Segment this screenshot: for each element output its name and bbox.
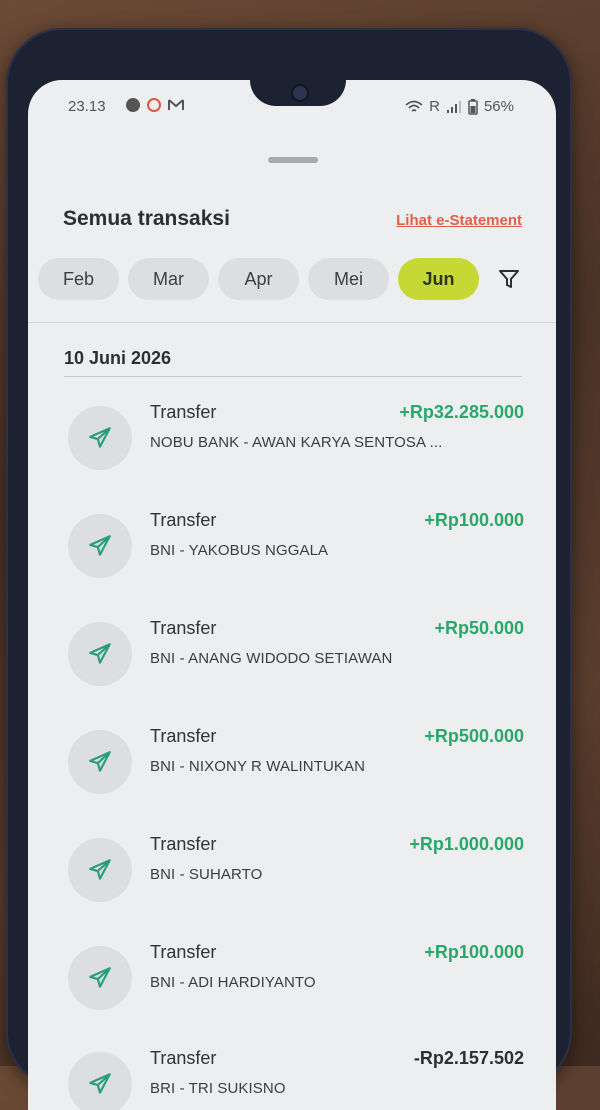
send-icon bbox=[89, 967, 111, 988]
filter-icon bbox=[499, 270, 519, 288]
send-icon bbox=[89, 427, 111, 448]
transaction-counterparty: BRI - TRI SUKISNO bbox=[150, 1080, 286, 1097]
transaction-row[interactable]: Transfer NOBU BANK - AWAN KARYA SENTOSA … bbox=[64, 392, 524, 492]
status-time: 23.13 bbox=[68, 98, 106, 115]
header-divider bbox=[28, 322, 556, 323]
transfer-icon-badge bbox=[68, 946, 132, 1010]
sheet-drag-handle[interactable] bbox=[268, 157, 318, 163]
month-chip-apr[interactable]: Apr bbox=[218, 258, 299, 300]
battery-level: 56% bbox=[483, 98, 514, 115]
month-filter-bar: Feb Mar Apr Mei Jun bbox=[38, 258, 524, 300]
wifi-icon bbox=[405, 100, 423, 112]
filter-button[interactable] bbox=[494, 264, 524, 294]
transfer-icon-badge bbox=[68, 406, 132, 470]
status-right: R 56% bbox=[405, 98, 514, 115]
transaction-row[interactable]: Transfer BNI - ANANG WIDODO SETIAWAN +Rp… bbox=[64, 608, 524, 708]
transaction-amount: +Rp32.285.000 bbox=[399, 402, 524, 422]
transfer-icon-badge bbox=[68, 622, 132, 686]
date-group-header: 10 Juni 2026 bbox=[64, 348, 172, 368]
transaction-amount: +Rp50.000 bbox=[434, 618, 524, 638]
gmail-icon bbox=[168, 99, 184, 110]
transaction-type: Transfer bbox=[150, 834, 217, 854]
notification-icons bbox=[126, 98, 184, 112]
app-screen: 23.13 R 56% Semua transaksi Lihat e-Stat… bbox=[28, 80, 556, 1110]
transaction-row[interactable]: Transfer BNI - SUHARTO +Rp1.000.000 bbox=[64, 824, 524, 924]
transaction-amount: +Rp100.000 bbox=[424, 942, 524, 962]
transaction-amount: +Rp500.000 bbox=[424, 726, 524, 746]
transaction-counterparty: BNI - SUHARTO bbox=[150, 866, 263, 883]
signal-icon bbox=[446, 100, 461, 113]
transaction-counterparty: BNI - YAKOBUS NGGALA bbox=[150, 542, 329, 559]
send-icon bbox=[89, 751, 111, 772]
month-chip-feb[interactable]: Feb bbox=[38, 258, 119, 300]
transaction-amount: +Rp100.000 bbox=[424, 510, 524, 530]
transaction-row[interactable]: Transfer BRI - TRI SUKISNO -Rp2.157.502 bbox=[64, 1038, 524, 1110]
date-divider bbox=[64, 376, 522, 377]
transaction-type: Transfer bbox=[150, 402, 217, 422]
transaction-row[interactable]: Transfer BNI - YAKOBUS NGGALA +Rp100.000 bbox=[64, 500, 524, 600]
send-icon bbox=[89, 1073, 111, 1094]
transaction-type: Transfer bbox=[150, 618, 217, 638]
transaction-type: Transfer bbox=[150, 510, 217, 530]
month-chip-mar[interactable]: Mar bbox=[128, 258, 209, 300]
month-chip-jun[interactable]: Jun bbox=[398, 258, 479, 300]
send-icon bbox=[89, 643, 111, 664]
network-type: R bbox=[429, 98, 440, 115]
transfer-icon-badge bbox=[68, 514, 132, 578]
transaction-counterparty: BNI - ADI HARDIYANTO bbox=[150, 974, 316, 991]
send-icon bbox=[89, 535, 111, 556]
transfer-icon-badge bbox=[68, 838, 132, 902]
send-icon bbox=[89, 859, 111, 880]
notification-record-icon bbox=[147, 98, 161, 112]
status-bar: 23.13 R 56% bbox=[28, 98, 556, 118]
transaction-row[interactable]: Transfer BNI - ADI HARDIYANTO +Rp100.000 bbox=[64, 932, 524, 1032]
notification-app-icon bbox=[126, 98, 140, 112]
transaction-counterparty: NOBU BANK - AWAN KARYA SENTOSA ... bbox=[150, 434, 443, 451]
transaction-counterparty: BNI - ANANG WIDODO SETIAWAN bbox=[150, 650, 393, 667]
month-chip-mei[interactable]: Mei bbox=[308, 258, 389, 300]
transaction-row[interactable]: Transfer BNI - NIXONY R WALINTUKAN +Rp50… bbox=[64, 716, 524, 816]
page-title: Semua transaksi bbox=[63, 207, 230, 230]
transaction-counterparty: BNI - NIXONY R WALINTUKAN bbox=[150, 758, 366, 775]
transfer-icon-badge bbox=[68, 1052, 132, 1110]
transfer-icon-badge bbox=[68, 730, 132, 794]
estatement-link[interactable]: Lihat e-Statement bbox=[396, 212, 522, 229]
battery-icon bbox=[468, 98, 478, 115]
transaction-type: Transfer bbox=[150, 726, 217, 746]
phone-frame: 23.13 R 56% Semua transaksi Lihat e-Stat… bbox=[6, 28, 572, 1110]
transaction-type: Transfer bbox=[150, 942, 217, 962]
transaction-amount: +Rp1.000.000 bbox=[409, 834, 524, 854]
